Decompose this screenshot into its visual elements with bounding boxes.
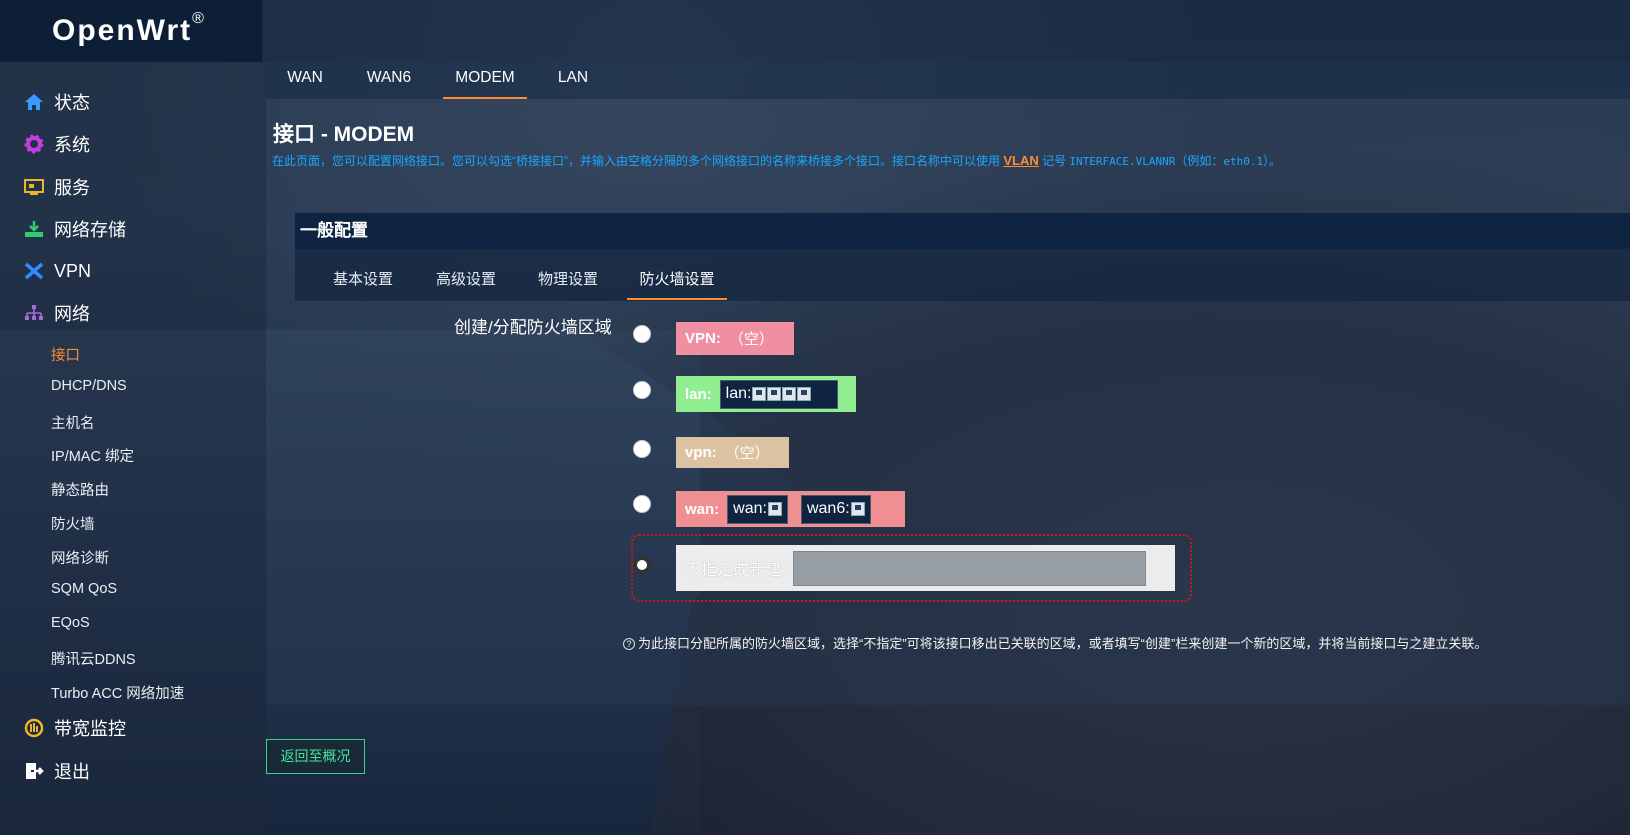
interface-badge-wan: wan: xyxy=(727,494,788,524)
tab-wan6[interactable]: WAN6 xyxy=(344,62,434,99)
sidebar-sub-firewall[interactable]: 防火墙 xyxy=(51,513,95,534)
tab-advanced-settings[interactable]: 高级设置 xyxy=(426,260,506,300)
tab-firewall-settings[interactable]: 防火墙设置 xyxy=(627,260,727,300)
sidebar-item-services[interactable]: 服务 xyxy=(0,165,266,209)
storage-icon xyxy=(24,219,44,239)
help-text: ? 为此接口分配所属的防火墙区域，选择“不指定”可将该接口移出已关联的区域，或者填… xyxy=(623,633,1487,652)
home-icon xyxy=(24,92,44,112)
new-zone-input[interactable] xyxy=(793,550,1147,586)
content-panel xyxy=(266,99,1630,705)
sidebar-item-label: 服务 xyxy=(54,178,90,198)
sidebar-sub-tencent-ddns[interactable]: 腾讯云DDNS xyxy=(51,648,136,669)
back-to-overview-button[interactable]: 返回至概况 xyxy=(266,739,365,774)
zone-option-vpn-upper[interactable]: VPN: （空） xyxy=(676,322,794,355)
services-icon xyxy=(24,177,44,197)
tab-basic-settings[interactable]: 基本设置 xyxy=(323,260,403,300)
bandwidth-icon xyxy=(24,718,44,738)
section-tabs: 基本设置 高级设置 物理设置 防火墙设置 xyxy=(295,249,1630,301)
zone-option-wan[interactable]: wan: wan: wan6: xyxy=(676,491,905,527)
sidebar-item-label: 状态 xyxy=(54,93,90,113)
sidebar-sub-interfaces[interactable]: 接口 xyxy=(51,344,80,365)
zone-option-new[interactable]: 不指定或新建: xyxy=(676,545,1175,591)
sidebar-sub-hostnames[interactable]: 主机名 xyxy=(51,412,95,433)
tab-lan[interactable]: LAN xyxy=(539,62,607,99)
sidebar-item-storage[interactable]: 网络存储 xyxy=(0,207,266,251)
sidebar-sub-diagnostics[interactable]: 网络诊断 xyxy=(51,547,109,568)
port-icon xyxy=(797,387,812,401)
zone-option-vpn[interactable]: vpn: （空） xyxy=(676,437,789,468)
zone-radio-vpn-upper[interactable] xyxy=(633,325,651,343)
gear-icon xyxy=(24,134,44,154)
sidebar-sub-sqm-qos[interactable]: SQM QoS xyxy=(51,581,117,597)
logout-icon xyxy=(24,761,44,781)
tab-physical-settings[interactable]: 物理设置 xyxy=(528,260,608,300)
sidebar-item-bandwidth[interactable]: 带宽监控 xyxy=(0,706,266,750)
sidebar-item-network[interactable]: 网络 xyxy=(0,291,266,335)
zone-option-lan[interactable]: lan: lan: xyxy=(676,376,856,412)
logo-bar: OpenWrt® xyxy=(0,0,262,62)
section-title: 一般配置 xyxy=(295,213,1630,249)
sidebar-item-label: 带宽监控 xyxy=(54,719,126,739)
new-zone-label: 不指定或新建: xyxy=(685,562,786,579)
sidebar-item-label: 网络存储 xyxy=(54,220,126,240)
sidebar-item-status[interactable]: 状态 xyxy=(0,80,266,124)
sidebar-sub-turbo-acc[interactable]: Turbo ACC 网络加速 xyxy=(51,682,184,703)
sidebar-item-system[interactable]: 系统 xyxy=(0,122,266,166)
sidebar-item-logout[interactable]: 退出 xyxy=(0,749,266,793)
sidebar-sub-ip-mac-binding[interactable]: IP/MAC 绑定 xyxy=(51,445,134,466)
sidebar-item-label: 退出 xyxy=(54,762,90,782)
sidebar-sub-eqos[interactable]: EQoS xyxy=(51,615,90,631)
sidebar-sub-dhcp-dns[interactable]: DHCP/DNS xyxy=(51,378,127,394)
page-description: 在此页面，您可以配置网络接口。您可以勾选“桥接接口”，并输入由空格分隔的多个网络… xyxy=(272,153,1282,168)
tab-wan[interactable]: WAN xyxy=(266,62,344,99)
zone-radio-vpn[interactable] xyxy=(633,440,651,458)
sidebar-item-label: VPN xyxy=(54,260,92,281)
sidebar-item-label: 系统 xyxy=(54,135,90,155)
top-bar xyxy=(262,0,1630,62)
brand-logo[interactable]: OpenWrt® xyxy=(52,10,206,48)
zone-radio-wan[interactable] xyxy=(633,495,651,513)
vlan-link[interactable]: VLAN xyxy=(1003,153,1038,168)
port-icon xyxy=(752,387,767,401)
tab-modem[interactable]: MODEM xyxy=(443,62,527,99)
ethernet-icon xyxy=(850,502,865,516)
sidebar-item-vpn[interactable]: VPN xyxy=(0,249,266,293)
bridge-icon xyxy=(767,387,782,401)
vpn-icon xyxy=(24,261,44,281)
sidebar-item-label: 网络 xyxy=(54,304,90,324)
interface-badge-wan6: wan6: xyxy=(800,494,871,524)
page-title: 接口 - MODEM xyxy=(273,123,415,146)
port-icon xyxy=(782,387,797,401)
interface-tabs: WAN WAN6 MODEM LAN xyxy=(266,62,1630,99)
ethernet-icon xyxy=(767,502,782,516)
firewall-zone-label: 创建/分配防火墙区域 xyxy=(454,318,612,337)
interface-badge-lan: lan: xyxy=(719,379,838,409)
help-icon: ? xyxy=(623,638,635,650)
zone-radio-lan[interactable] xyxy=(633,381,651,399)
sidebar-sub-static-routes[interactable]: 静态路由 xyxy=(51,479,109,500)
network-icon xyxy=(24,303,44,323)
